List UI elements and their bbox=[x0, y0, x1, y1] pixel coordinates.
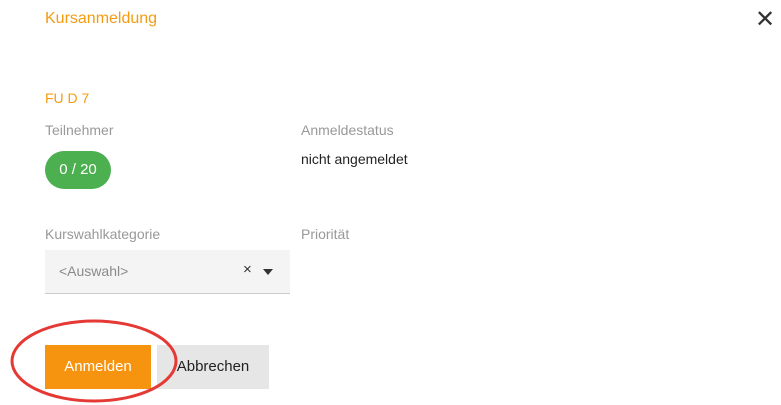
category-select[interactable]: <Auswahl> × bbox=[45, 250, 290, 294]
participants-label: Teilnehmer bbox=[45, 122, 114, 138]
course-registration-dialog: Kursanmeldung ✕ FU D 7 Teilnehmer 0 / 20… bbox=[0, 0, 781, 405]
close-icon[interactable]: ✕ bbox=[753, 8, 777, 32]
course-code: FU D 7 bbox=[45, 90, 90, 106]
dialog-title: Kursanmeldung bbox=[45, 10, 158, 27]
register-button[interactable]: Anmelden bbox=[45, 345, 151, 389]
cancel-button[interactable]: Abbrechen bbox=[157, 345, 269, 389]
registration-status-value: nicht angemeldet bbox=[301, 151, 408, 167]
clear-selection-icon[interactable]: × bbox=[243, 261, 252, 278]
category-select-placeholder: <Auswahl> bbox=[59, 263, 129, 279]
category-label: Kurswahlkategorie bbox=[45, 226, 161, 242]
registration-status-label: Anmeldestatus bbox=[301, 122, 394, 138]
priority-label: Priorität bbox=[301, 226, 350, 242]
participants-count-badge: 0 / 20 bbox=[45, 151, 111, 189]
chevron-down-icon[interactable] bbox=[263, 269, 273, 275]
